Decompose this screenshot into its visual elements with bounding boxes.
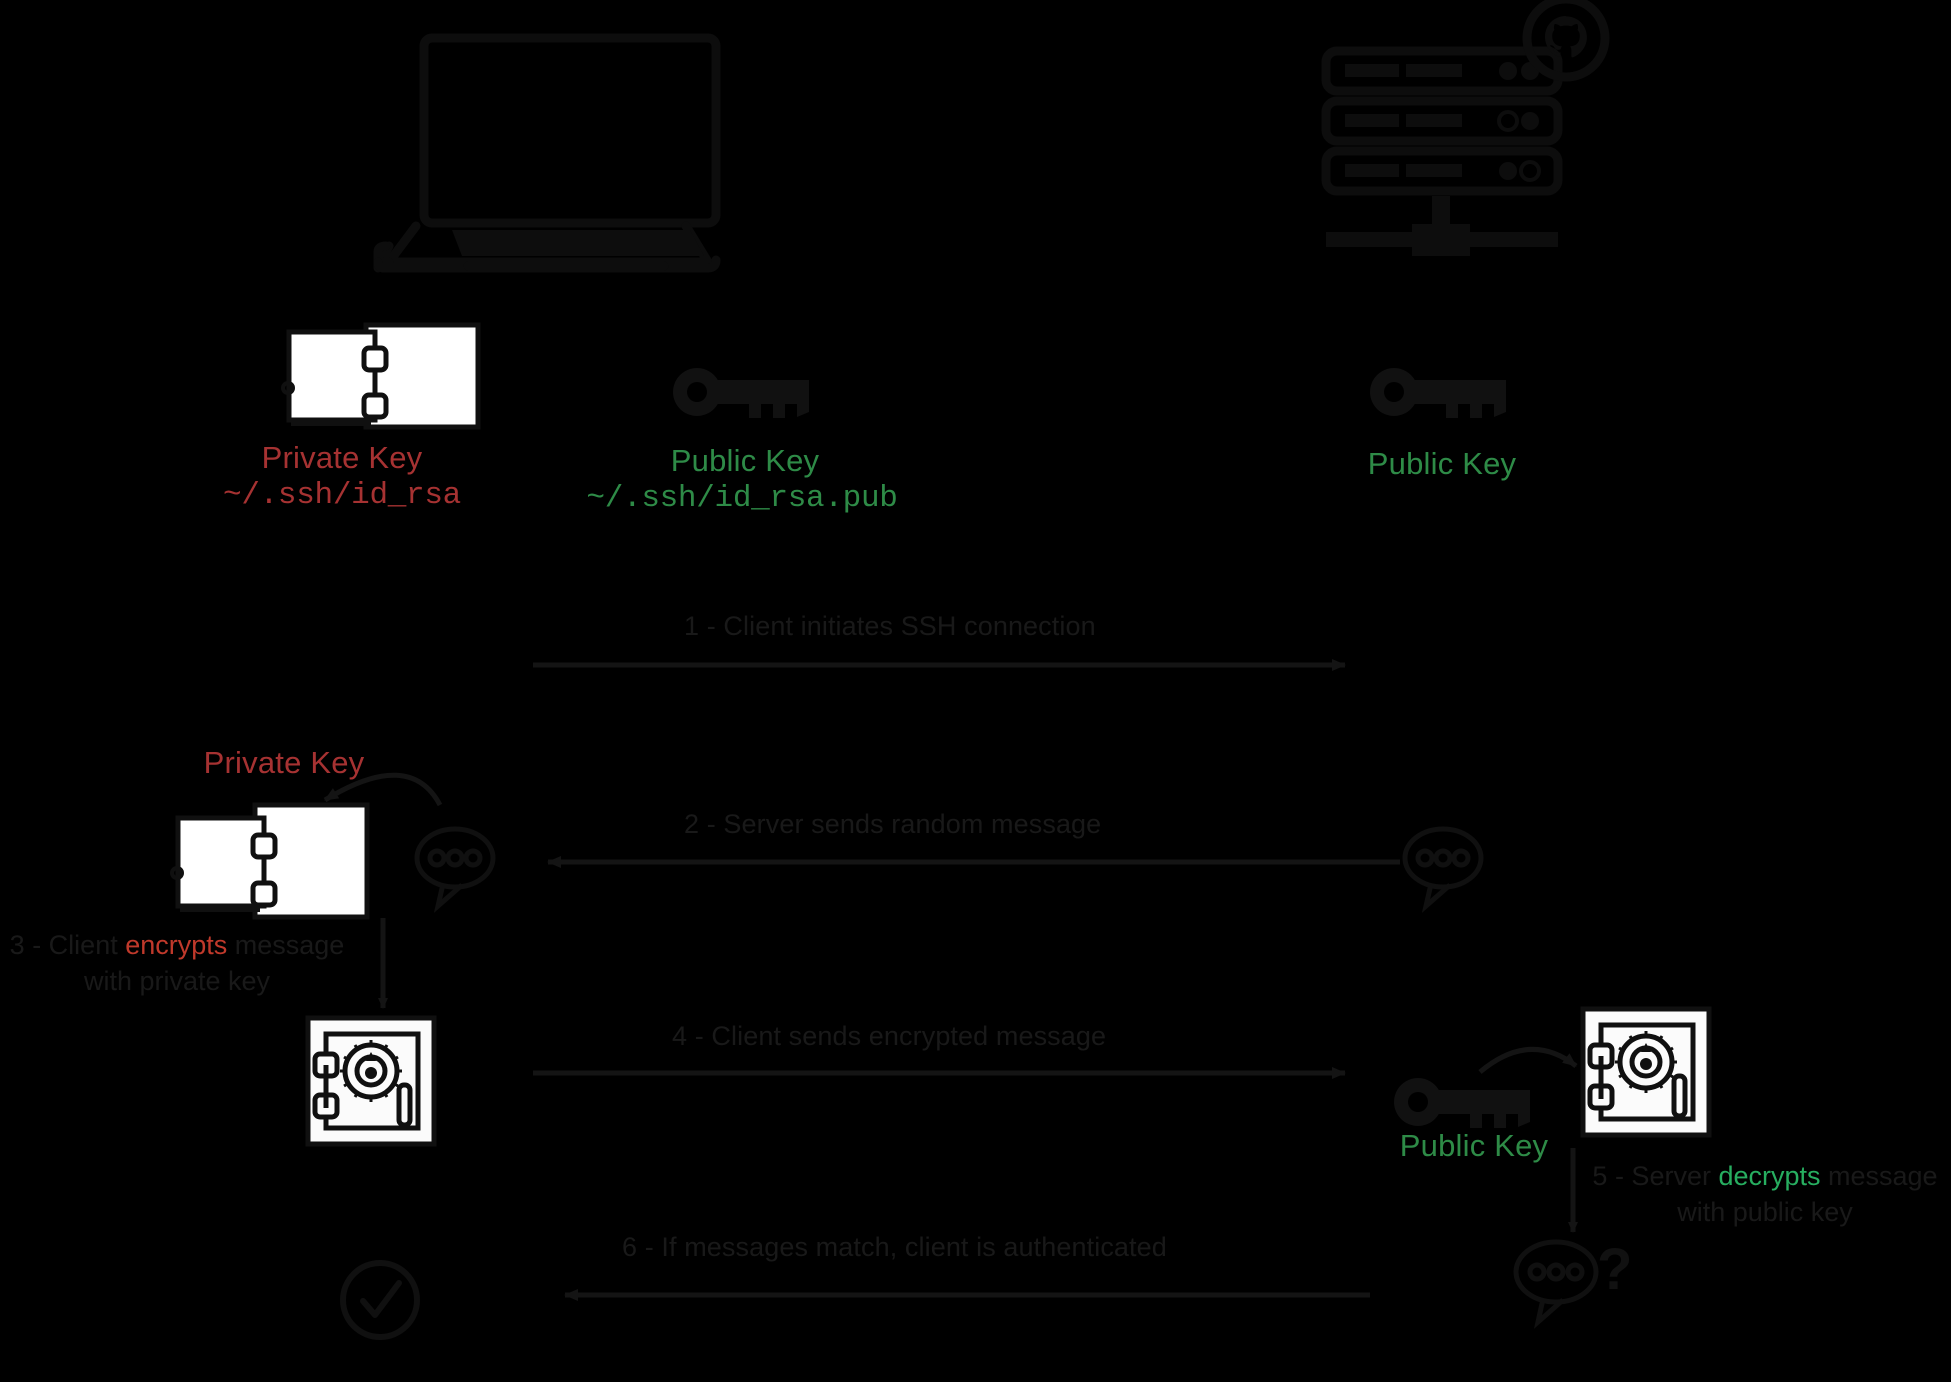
message-bubble-icon-server-result <box>1513 1239 1599 1329</box>
key-icon-server <box>1370 368 1506 418</box>
step-5-suffix: message <box>1820 1161 1938 1191</box>
step-3-line2: with private key <box>83 965 271 996</box>
key-icon-server-bottom <box>1394 1078 1530 1128</box>
question-mark-label: ? <box>1597 1237 1633 1302</box>
server-rack-icon <box>1321 46 1563 256</box>
step-6-label: 6 - If messages match, client is authent… <box>622 1232 1167 1262</box>
key-icon-client <box>673 368 809 418</box>
ssh-authentication-diagram: Private Key ~/.ssh/id_rsa Public Key ~/.… <box>0 0 1951 1382</box>
step-5-label: 5 - Server decrypts message with public … <box>1565 1159 1951 1231</box>
safe-open-icon-step3 <box>170 802 370 920</box>
step-5-curved-arrow <box>1478 1046 1578 1074</box>
step-2-label: 2 - Server sends random message <box>684 809 1102 839</box>
safe-closed-icon-server <box>1580 1006 1712 1138</box>
message-bubble-icon-server <box>1402 826 1484 913</box>
step-3-label: 3 - Client encrypts message with private… <box>0 928 362 1000</box>
client-public-key-path: ~/.ssh/id_rsa.pub <box>586 481 898 516</box>
step-5-line2: with public key <box>1677 1196 1853 1227</box>
step-3-suffix: message <box>227 930 345 960</box>
step-4-label: 4 - Client sends encrypted message <box>672 1021 1107 1051</box>
safe-open-icon-top <box>281 322 481 430</box>
client-private-key-label: Private Key <box>261 440 423 475</box>
safe-closed-icon-client <box>305 1015 437 1147</box>
step-1-label: 1 - Client initiates SSH connection <box>684 611 1096 641</box>
step-5-prefix: 5 - Server <box>1592 1161 1719 1191</box>
client-public-key-label: Public Key <box>670 443 820 478</box>
laptop-icon <box>373 33 721 273</box>
step-3-prefix: 3 - Client <box>9 930 126 960</box>
client-private-key-path: ~/.ssh/id_rsa <box>223 478 461 513</box>
server-public-key-label: Public Key <box>1367 446 1517 481</box>
check-circle-icon <box>340 1260 420 1340</box>
step-5-public-key-label: Public Key <box>1399 1128 1549 1163</box>
step-3-emphasis: encrypts <box>125 930 228 960</box>
step-5-emphasis: decrypts <box>1718 1161 1821 1191</box>
message-bubble-icon-client <box>414 826 496 913</box>
octocat-badge-icon <box>1522 0 1610 82</box>
step-3-private-key-label: Private Key <box>203 745 365 780</box>
